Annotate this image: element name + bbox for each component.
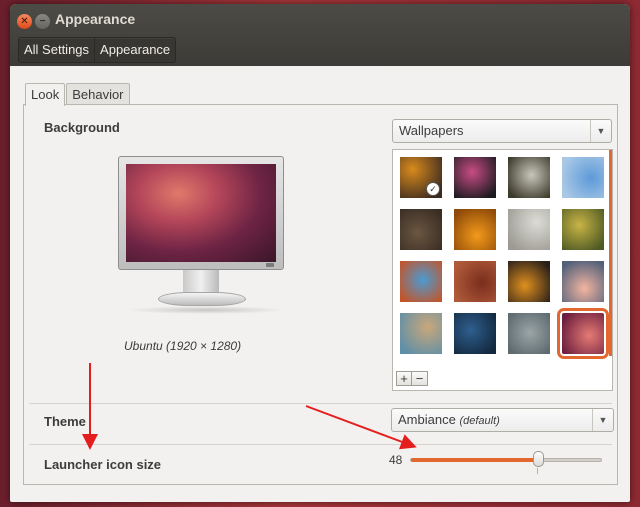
add-wallpaper-button[interactable]: + — [396, 371, 412, 386]
separator — [29, 444, 612, 445]
wallpaper-preview — [118, 156, 298, 314]
wallpaper-white-flowers[interactable] — [508, 157, 550, 198]
dropdown-arrow-icon: ▼ — [592, 409, 613, 431]
launcher-size-slider[interactable]: 48 — [389, 446, 602, 476]
wallpaper-blue-tiles[interactable] — [454, 313, 496, 354]
wallpaper-graffiti[interactable] — [400, 261, 442, 302]
slider-handle[interactable] — [533, 451, 544, 467]
tab-behavior[interactable]: Behavior — [66, 83, 130, 105]
appearance-window: ✕ − Appearance All Settings Appearance L… — [10, 4, 630, 502]
theme-name: Ambiance — [398, 412, 456, 427]
theme-label: Theme — [44, 414, 86, 429]
slider-tick — [537, 468, 538, 474]
wallpaper-source-value: Wallpapers — [399, 123, 464, 138]
window-title: Appearance — [55, 11, 136, 27]
title-bar: ✕ − Appearance All Settings Appearance — [10, 4, 630, 66]
wallpaper-ubuntu-default[interactable] — [557, 308, 609, 359]
minimize-icon: − — [39, 16, 46, 27]
wallpaper-source-select[interactable]: Wallpapers ▼ — [392, 119, 612, 143]
slider-fill — [411, 458, 539, 462]
close-window-button[interactable]: ✕ — [17, 14, 32, 29]
close-icon: ✕ — [20, 16, 29, 27]
wallpaper-gallery: ✓ + − — [392, 149, 613, 391]
breadcrumb-bar: All Settings Appearance — [18, 37, 177, 63]
background-label: Background — [44, 120, 120, 135]
wallpaper-orange-arc[interactable] — [508, 261, 550, 302]
theme-value: Ambiance (default) — [398, 412, 500, 427]
theme-select[interactable]: Ambiance (default) ▼ — [391, 408, 614, 432]
wallpaper-sky-flowers[interactable] — [562, 157, 604, 198]
wallpaper-grey-mist[interactable] — [508, 313, 550, 354]
look-panel: Background Ubuntu (1920 × 1280) Wallpape… — [23, 104, 618, 485]
launcher-icon-size-label: Launcher icon size — [44, 457, 162, 472]
appearance-breadcrumb-button[interactable]: Appearance — [94, 38, 175, 62]
wallpaper-orange-flower[interactable] — [454, 209, 496, 250]
wallpaper-grid: ✓ — [400, 157, 609, 359]
monitor-power-led — [266, 263, 274, 267]
tab-look[interactable]: Look — [25, 83, 66, 106]
wallpaper-brown-texture[interactable] — [400, 209, 442, 250]
monitor-neck — [183, 270, 219, 294]
separator — [29, 403, 612, 404]
dropdown-arrow-icon: ▼ — [590, 120, 611, 142]
wallpaper-orange-circle[interactable]: ✓ — [400, 157, 442, 198]
wallpaper-hummingbird[interactable] — [454, 157, 496, 198]
theme-note: (default) — [459, 415, 500, 427]
wallpaper-green-bokeh[interactable] — [562, 209, 604, 250]
monitor-bezel — [118, 156, 284, 270]
preview-screen — [126, 164, 276, 262]
all-settings-button[interactable]: All Settings — [19, 38, 94, 62]
wallpaper-rope[interactable] — [400, 313, 442, 354]
wallpaper-red-macro[interactable] — [454, 261, 496, 302]
slider-trough[interactable] — [410, 458, 602, 462]
slider-value: 48 — [389, 453, 403, 467]
monitor-stand — [158, 292, 246, 306]
monitor-shadow — [126, 306, 286, 314]
tab-bar: Look Behavior — [25, 83, 131, 106]
wallpaper-dandelion[interactable] — [508, 209, 550, 250]
current-wallpaper-check-icon: ✓ — [426, 182, 440, 196]
gallery-buttons: + − — [396, 371, 428, 386]
wallpaper-caption: Ubuntu (1920 × 1280) — [124, 339, 242, 353]
wallpaper-sunset-sky[interactable] — [562, 261, 604, 302]
minimize-window-button[interactable]: − — [35, 14, 50, 29]
remove-wallpaper-button[interactable]: − — [412, 371, 428, 386]
gallery-scrollbar[interactable] — [609, 150, 612, 356]
